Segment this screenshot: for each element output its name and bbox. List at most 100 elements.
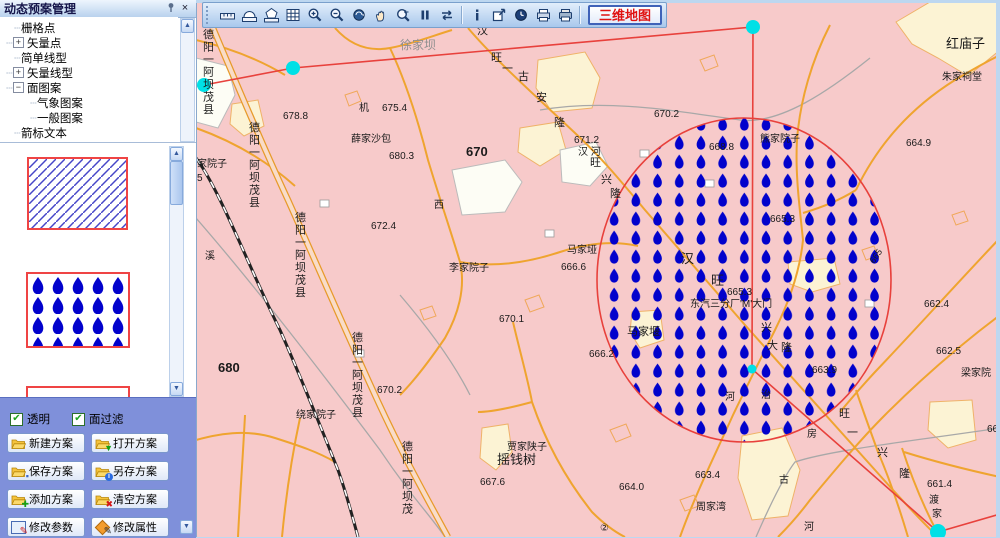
- sidebar-titlebar: 动态预案管理 ×: [0, 0, 196, 18]
- pin-icon[interactable]: [164, 2, 178, 15]
- plan-handle-small[interactable]: [748, 365, 757, 374]
- print-icon[interactable]: [554, 5, 576, 25]
- swap-view-icon[interactable]: [436, 5, 458, 25]
- zoom-in-icon[interactable]: [304, 5, 326, 25]
- pattern-list: ▲ ▼: [0, 142, 196, 398]
- scroll-up-icon[interactable]: ▲: [181, 19, 194, 33]
- tree-item-label: 矢量线型: [27, 65, 73, 81]
- scroll-up-icon[interactable]: ▲: [170, 147, 183, 161]
- print-preview-icon[interactable]: [532, 5, 554, 25]
- expand-icon[interactable]: +: [13, 67, 24, 78]
- tree-item-label: 气象图案: [37, 95, 83, 111]
- tree-item-label: 箭标文本: [21, 125, 67, 141]
- map-label: 河: [725, 391, 735, 403]
- window-border-right: [996, 0, 1000, 537]
- tree-item-5[interactable]: ┄气象图案: [0, 95, 178, 110]
- transparent-checkbox[interactable]: ✔: [10, 413, 23, 426]
- zoom-out-icon[interactable]: [326, 5, 348, 25]
- modify-params-button[interactable]: ✎ 修改参数: [7, 517, 85, 537]
- folder-icon: [11, 437, 26, 450]
- map-label: 摇钱树: [497, 452, 536, 467]
- save-plan-button[interactable]: ▪ 保存方案: [7, 461, 85, 481]
- folder-open-icon: ▼: [95, 437, 110, 450]
- map-label: 672.4: [371, 221, 396, 232]
- map-label: 绕家院子: [296, 408, 336, 421]
- edit-props-icon: ✎: [95, 521, 110, 534]
- plan-handle[interactable]: [746, 20, 760, 34]
- rain-area-ellipse[interactable]: [597, 118, 891, 442]
- map-label: 马家垭: [567, 243, 597, 256]
- scroll-thumb[interactable]: [170, 161, 183, 205]
- map-label: 旺: [491, 52, 502, 64]
- map-label: 周家湾: [696, 500, 726, 513]
- map-label: 664.9: [906, 138, 931, 149]
- map-label: 德阳一阿坝茂县: [249, 120, 260, 209]
- plus-badge-icon: ✚: [21, 500, 29, 509]
- measure-path-icon[interactable]: [238, 5, 260, 25]
- identify-info-icon[interactable]: [466, 5, 488, 25]
- tree-item-3[interactable]: ┄+矢量线型: [0, 65, 178, 80]
- tree-item-0[interactable]: ┄栅格点: [0, 20, 178, 35]
- toolbar-separator: [579, 6, 581, 24]
- map-label: 670.2: [654, 109, 679, 120]
- map-3d-button[interactable]: 三维地图: [588, 5, 662, 25]
- pan-hand-icon[interactable]: [370, 5, 392, 25]
- map-label: 665.3: [770, 214, 795, 225]
- folder-clear-icon: ✖: [95, 493, 110, 506]
- measure-distance-icon[interactable]: [216, 5, 238, 25]
- map-label: 机: [359, 101, 369, 114]
- plan-controls-panel: ✔ 透明 ✔ 面过滤 新建方案 ▼ 打开方案 ▪ 保存方案 i 另存方案 ✚ 添…: [0, 397, 196, 538]
- add-plan-button[interactable]: ✚ 添加方案: [7, 489, 85, 509]
- toolbar-separator: [461, 6, 463, 24]
- map-label: 古: [779, 473, 789, 486]
- tree-item-label: 面图案: [27, 80, 62, 96]
- map-label: 兴: [877, 446, 888, 459]
- tree-item-6[interactable]: ┄一般图案: [0, 110, 178, 125]
- tree-item-label: 栅格点: [21, 20, 56, 36]
- clear-plan-button[interactable]: ✖ 清空方案: [91, 489, 169, 509]
- edit-params-icon: ✎: [11, 521, 26, 534]
- scroll-down-icon[interactable]: ▼: [180, 520, 193, 534]
- map-label: 661.4: [927, 479, 952, 490]
- tree-item-1[interactable]: ┄+矢量点: [0, 35, 178, 50]
- pattern-swatch-hatch[interactable]: [27, 157, 128, 230]
- export-icon[interactable]: [488, 5, 510, 25]
- area-filter-label: 面过滤: [89, 411, 124, 427]
- sidebar-title: 动态预案管理: [4, 0, 164, 17]
- map-label: 马家堰: [627, 324, 660, 338]
- zoom-previous-icon[interactable]: [392, 5, 414, 25]
- save-as-plan-button[interactable]: i 另存方案: [91, 461, 169, 481]
- measure-area-icon[interactable]: [260, 5, 282, 25]
- modify-props-button[interactable]: ✎ 修改属性: [91, 517, 169, 537]
- map-label: 680: [218, 360, 240, 375]
- tree-item-2[interactable]: ┄简单线型: [0, 50, 178, 65]
- clock-icon[interactable]: [510, 5, 532, 25]
- map-label: 680.3: [389, 151, 414, 162]
- plan-handle[interactable]: [286, 61, 300, 75]
- folder-info-icon: i: [95, 465, 110, 478]
- tree-item-4[interactable]: ┄−面图案: [0, 80, 178, 95]
- map-label: 670.1: [499, 314, 524, 325]
- navigate-sphere-icon[interactable]: [348, 5, 370, 25]
- tree-scrollbar[interactable]: ▲: [180, 18, 195, 142]
- pattern-swatch-drops[interactable]: [26, 272, 130, 348]
- map-label: 熊家院子: [760, 132, 800, 145]
- pattern-scrollbar[interactable]: ▲ ▼: [169, 146, 184, 397]
- map-canvas[interactable]: 徐家坝汉红庙子朱家祠堂664.9678.8机675.4薛家沙包680.3670.…: [196, 0, 1000, 537]
- area-filter-checkbox[interactable]: ✔: [72, 413, 85, 426]
- tree-item-label: 简单线型: [21, 50, 67, 66]
- toolbar-grip[interactable]: [206, 6, 212, 24]
- scroll-down-icon[interactable]: ▼: [170, 382, 183, 396]
- tree-item-7[interactable]: ┄箭标文本: [0, 125, 178, 140]
- close-icon[interactable]: ×: [178, 2, 192, 15]
- map-label: 隆: [610, 186, 621, 200]
- collapse-icon[interactable]: −: [13, 82, 24, 93]
- map-label: 德阳一阿坝茂县: [203, 27, 214, 116]
- map-toolbar[interactable]: 三维地图: [202, 2, 667, 28]
- new-plan-button[interactable]: 新建方案: [7, 433, 85, 453]
- pause-icon[interactable]: [414, 5, 436, 25]
- expand-icon[interactable]: +: [13, 37, 24, 48]
- open-plan-button[interactable]: ▼ 打开方案: [91, 433, 169, 453]
- grid-icon[interactable]: [282, 5, 304, 25]
- map-label: 德阳一阿坝茂: [402, 439, 413, 516]
